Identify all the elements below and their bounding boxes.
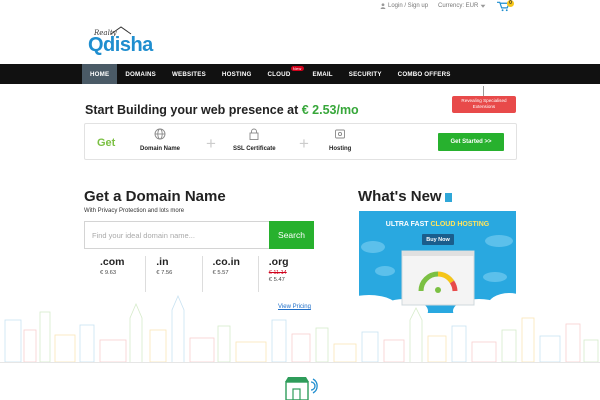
promo-headline-white: ULTRA FAST [385,221,431,228]
tld-price: € 5.57 [212,270,229,276]
domain-section-subtitle: With Privacy Protection and lots more [84,208,185,214]
feature-label: Domain Name [140,146,181,152]
get-label: Get [97,137,116,149]
storefront-icon [285,377,318,400]
nav-item-combo-offers[interactable]: COMBO OFFERS [390,64,459,84]
feature-domain-name: Domain Name [140,128,180,152]
login-signup-link[interactable]: Login / Sign up [380,3,428,9]
new-badge: New [290,66,304,71]
feature-ssl-certificate: SSL Certificate [233,128,276,152]
page: Login / Sign up Currency: EUR 0 Realty Q… [0,0,600,400]
feature-hosting: Hosting [329,128,351,152]
section-divider [0,362,600,363]
nav-label: DOMAINS [125,70,156,78]
lock-icon [249,128,259,140]
promo-headline-yellow: CLOUD HOSTING [430,221,490,228]
nav-item-cloud[interactable]: CLOUD New [260,64,305,84]
login-label: Login / Sign up [388,3,429,9]
chevron-down-icon [480,4,486,8]
currency-selector[interactable]: Currency: EUR [438,3,486,9]
currency-label: Currency: EUR [438,3,479,9]
nav-label: WEBSITES [172,70,206,78]
hero-title-prefix: Start Building your web presence at [85,103,302,117]
tld-item-com[interactable]: .com € 9.63 [90,256,147,292]
main-nav: HOME DOMAINS WEBSITES HOSTING CLOUD New … [0,64,600,84]
tld-price-list: .com € 9.63 .in € 7.56 .co.in € 5.57 .or… [90,256,315,292]
whats-new-title: What's New [358,188,452,205]
feature-label: SSL Certificate [233,146,276,152]
buy-now-button[interactable]: Buy Now [422,234,454,245]
server-icon [335,129,346,139]
nav-item-email[interactable]: EMAIL [305,64,341,84]
nav-item-security[interactable]: SECURITY [341,64,390,84]
domain-search: Search [84,221,314,249]
nav-label: SECURITY [348,70,382,78]
specialised-extensions-ribbon[interactable]: Revealing Specialised Extensions [452,96,516,113]
nav-item-hosting[interactable]: HOSTING [214,64,260,84]
tld-item-org[interactable]: .org € 11.14 € 5.47 [259,256,315,292]
whats-new-label: What's New [358,188,442,205]
site-logo[interactable]: Realty Qdisha [88,26,168,58]
tld-price: € 9.63 [100,270,117,276]
promo-headline: ULTRA FAST CLOUD HOSTING [359,221,516,228]
hero-price: € 2.53/mo [301,103,359,117]
nav-item-websites[interactable]: WEBSITES [164,64,214,84]
ribbon-string [483,86,484,96]
tld-price: € 7.56 [156,270,173,276]
tld-extension: .in [156,256,169,268]
domain-section-title: Get a Domain Name [84,188,226,205]
nav-label: CLOUD [267,70,291,78]
nav-label: COMBO OFFERS [397,70,451,78]
logo-brand-text: Qdisha [88,34,153,56]
get-started-box: Get Domain Name + SSL Certificate + Host… [84,123,517,160]
plus-icon: + [299,134,309,153]
nav-item-domains[interactable]: DOMAINS [117,64,164,84]
tld-extension: .org [268,256,289,268]
tld-price: € 5.47 [268,277,285,283]
tld-old-price: € 11.14 [268,270,287,276]
globe-icon [154,128,166,140]
city-skyline-illustration [4,294,599,362]
bookmark-icon [444,193,452,202]
domain-search-input[interactable] [85,222,270,248]
search-button[interactable]: Search [269,221,314,249]
plus-icon: + [206,134,216,153]
nav-item-home[interactable]: HOME [82,64,118,84]
nav-label: HOME [90,70,110,78]
feature-label: Hosting [329,146,352,152]
tld-item-in[interactable]: .in € 7.56 [146,256,203,292]
ribbon-line-2: Extensions [472,104,496,109]
tld-extension: .com [100,256,125,268]
tld-item-co-in[interactable]: .co.in € 5.57 [203,256,259,292]
get-started-button[interactable]: Get Started >> [438,133,504,151]
nav-label: HOSTING [221,70,252,78]
cart-count-badge: 0 [507,0,514,7]
top-utility-bar: Login / Sign up Currency: EUR 0 [0,0,600,14]
user-icon [380,3,386,9]
tld-extension: .co.in [212,256,240,268]
nav-label: EMAIL [312,70,333,78]
cart-button[interactable]: 0 [497,0,514,12]
hero-title: Start Building your web presence at € 2.… [85,103,359,117]
